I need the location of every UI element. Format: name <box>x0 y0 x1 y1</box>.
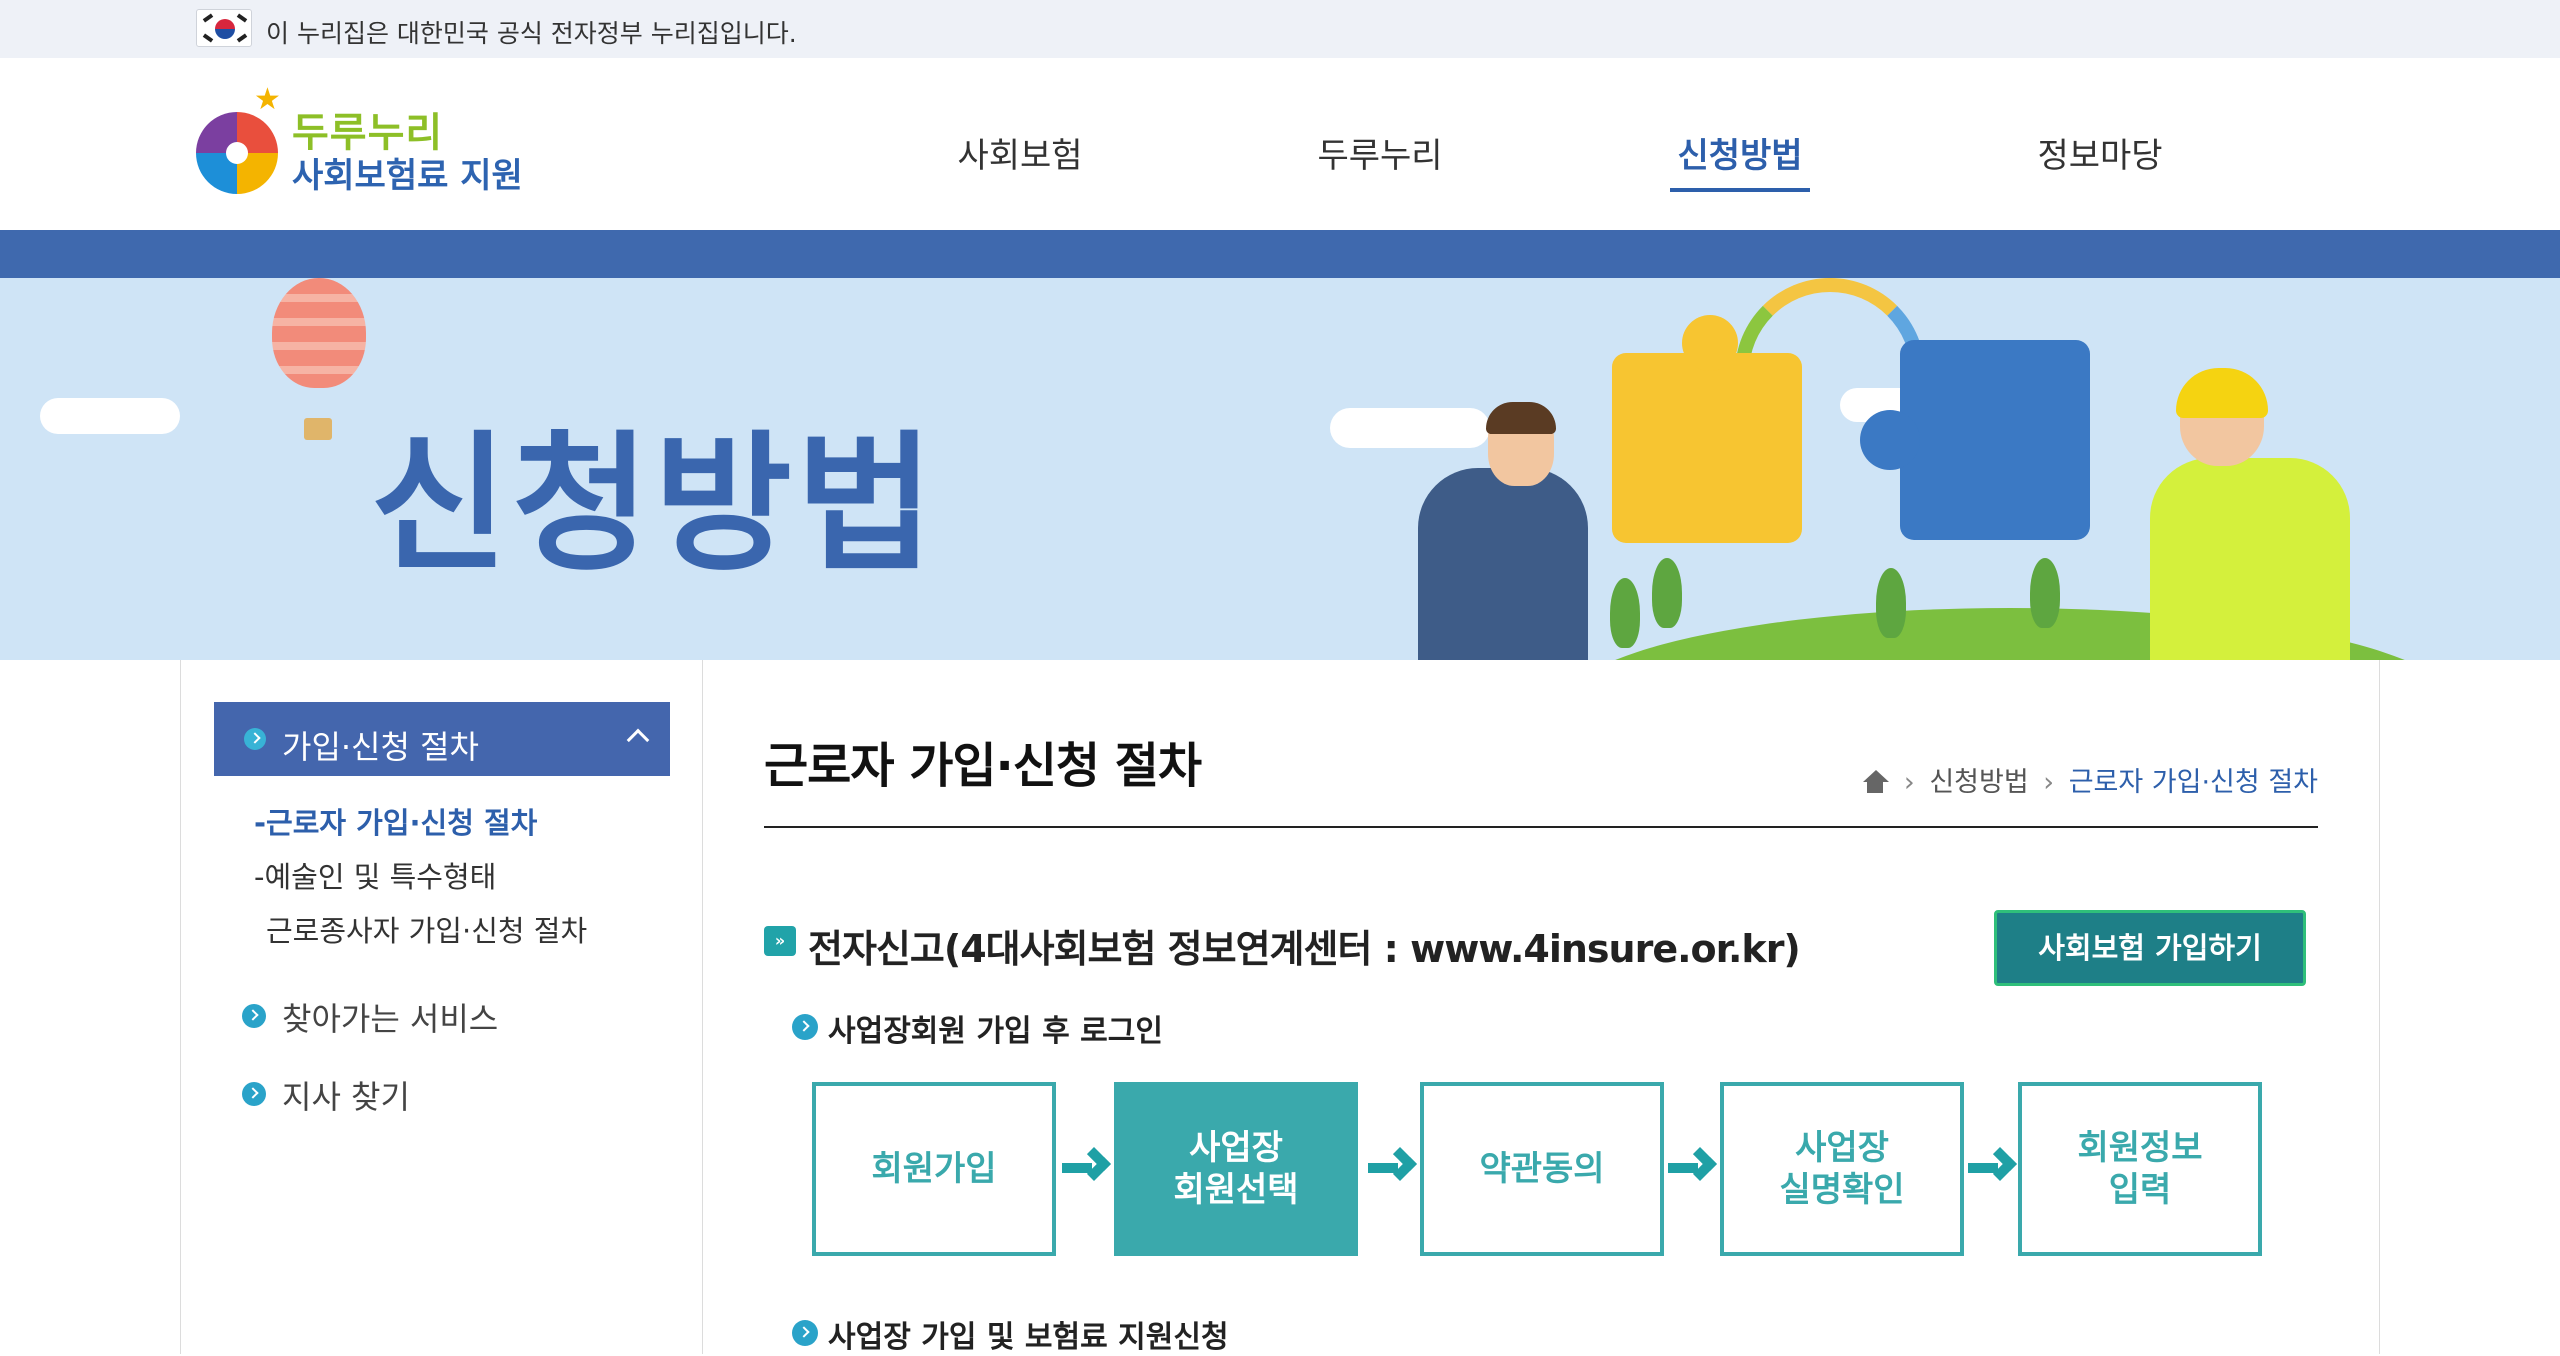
hero-title: 신청방법 <box>370 418 939 592</box>
lnb-item-label: 찾아가는 서비스 <box>282 1000 499 1038</box>
gnb-durunuri[interactable]: 두루누리 <box>1300 128 1460 178</box>
lnb-header[interactable]: 가입·신청 절차 <box>214 702 670 776</box>
arrow-circle-icon <box>792 1014 818 1040</box>
hot-air-balloon-icon <box>272 278 366 388</box>
arrow-right-icon <box>1368 1146 1417 1190</box>
balloon-basket-icon <box>304 418 332 440</box>
worker-illustration <box>2150 458 2350 660</box>
blue-puzzle-piece-icon <box>1860 340 2090 540</box>
arrow-right-icon <box>1968 1146 2017 1190</box>
logo-emblem-icon <box>196 112 278 194</box>
safety-helmet-icon <box>2176 368 2268 418</box>
page-title: 근로자 가입·신청 절차 <box>764 738 1202 794</box>
lnb-sub-artist[interactable]: -예술인 및 특수형태 <box>254 854 496 896</box>
section-title: 전자신고(4대사회보험 정보연계센터 : www.4insure.or.kr) <box>808 927 1801 971</box>
businessman-hair <box>1486 402 1556 434</box>
businessman-illustration <box>1418 468 1588 660</box>
step-terms-agree: 약관동의 <box>1420 1082 1664 1256</box>
header: ★ 두루누리 사회보험료 지원 사회보험 두루누리 신청방법 정보마당 <box>0 58 2560 230</box>
title-divider <box>764 826 2318 828</box>
home-icon[interactable] <box>1861 770 1890 794</box>
breadcrumb: › 신청방법 › 근로자 가입·신청 절차 <box>1861 760 2318 799</box>
lnb-sub-worker[interactable]: -근로자 가입·신청 절차 <box>254 800 537 842</box>
yellow-puzzle-piece-icon <box>1612 315 1802 543</box>
tree-icon <box>1610 578 1640 648</box>
arrow-circle-icon <box>244 728 266 750</box>
gnb-info[interactable]: 정보마당 <box>2020 128 2180 178</box>
gov-banner-text: 이 누리집은 대한민국 공식 전자정부 누리집입니다. <box>266 19 797 48</box>
arrow-right-icon <box>1062 1146 1111 1190</box>
chevron-right-icon: › <box>1903 767 1915 798</box>
arrow-right-icon <box>1668 1146 1717 1190</box>
cloud-icon <box>1330 408 1490 448</box>
gnb-active-indicator <box>1670 188 1810 192</box>
double-chevron-icon: » <box>764 926 796 956</box>
chevron-right-icon: › <box>2043 767 2055 798</box>
tree-icon <box>2030 558 2060 628</box>
korea-flag-icon <box>196 9 252 47</box>
gov-banner: 이 누리집은 대한민국 공식 전자정부 누리집입니다. <box>0 0 2560 58</box>
step-verify-business: 사업장 실명확인 <box>1720 1082 1964 1256</box>
cloud-icon <box>40 398 180 434</box>
subhead-label: 사업장회원 가입 후 로그인 <box>828 1014 1163 1049</box>
lnb-sub-artist-cont[interactable]: 근로종사자 가입·신청 절차 <box>266 908 587 950</box>
tree-icon <box>1876 568 1906 638</box>
arrow-circle-icon <box>242 1082 266 1106</box>
step-select-member: 사업장 회원선택 <box>1114 1082 1358 1256</box>
tree-icon <box>1652 558 1682 628</box>
gnb-how-to-apply[interactable]: 신청방법 <box>1660 128 1820 178</box>
hero-banner: 신청방법 <box>0 278 2560 660</box>
arrow-circle-icon <box>792 1320 818 1346</box>
sub-nav-bar <box>0 230 2560 278</box>
step-member-info: 회원정보 입력 <box>2018 1082 2262 1256</box>
chevron-up-icon <box>626 728 650 752</box>
subhead-label: 사업장 가입 및 보험료 지원신청 <box>828 1320 1229 1355</box>
join-social-insurance-button[interactable]: 사회보험 가입하기 <box>1994 910 2306 986</box>
breadcrumb-current[interactable]: 근로자 가입·신청 절차 <box>2069 767 2318 798</box>
sidebar-divider <box>702 660 703 1354</box>
site-logo[interactable]: ★ 두루누리 사회보험료 지원 <box>196 82 526 202</box>
arrow-circle-icon <box>242 1004 266 1028</box>
gnb-social-insurance[interactable]: 사회보험 <box>940 128 1100 178</box>
step-sign-up: 회원가입 <box>812 1082 1056 1256</box>
star-icon: ★ <box>254 82 281 117</box>
lnb-header-label: 가입·신청 절차 <box>282 728 479 766</box>
breadcrumb-item[interactable]: 신청방법 <box>1929 767 2028 798</box>
logo-line2: 사회보험료 지원 <box>292 156 523 196</box>
lnb-item-label: 지사 찾기 <box>282 1078 410 1116</box>
